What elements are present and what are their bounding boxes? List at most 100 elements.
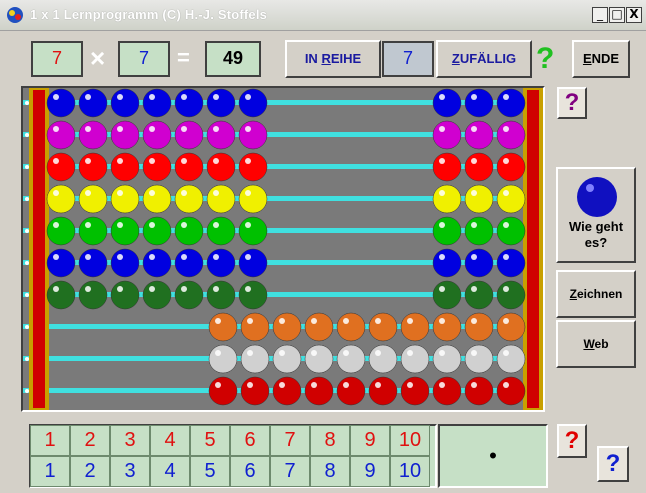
bead-icon (577, 177, 617, 217)
minimize-button[interactable]: _ (592, 7, 608, 23)
bead-highlight (53, 254, 59, 260)
red-number-7[interactable]: 7 (270, 425, 310, 456)
red-number-3[interactable]: 3 (110, 425, 150, 456)
bead (238, 152, 268, 182)
red-number-5[interactable]: 5 (190, 425, 230, 456)
bead-highlight (279, 318, 285, 324)
red-number-1[interactable]: 1 (30, 425, 70, 456)
help-red-button[interactable]: ? (557, 424, 587, 458)
check-question-icon[interactable]: ? (536, 40, 560, 78)
bead (464, 376, 494, 406)
bead-highlight (503, 350, 509, 356)
red-number-8[interactable]: 8 (310, 425, 350, 456)
bead (464, 152, 494, 182)
bead-highlight (181, 158, 187, 164)
bead-highlight (375, 350, 381, 356)
abacus[interactable] (21, 86, 545, 412)
blue-number-8[interactable]: 8 (310, 456, 350, 487)
bead (78, 88, 108, 118)
bead-highlight (53, 222, 59, 228)
bead-highlight (279, 382, 285, 388)
bead (464, 120, 494, 150)
bead-highlight (181, 94, 187, 100)
bead-highlight (85, 94, 91, 100)
rod-end (25, 325, 29, 329)
bead-highlight (149, 286, 155, 292)
bead-highlight (85, 190, 91, 196)
result-field: 49 (205, 41, 261, 77)
bead (400, 344, 430, 374)
bead-highlight (247, 350, 253, 356)
bead (206, 280, 236, 310)
bead (78, 184, 108, 214)
blue-number-10[interactable]: 10 (390, 456, 430, 487)
bead (208, 344, 238, 374)
bead (206, 248, 236, 278)
window-title: 1 x 1 Lernprogramm (C) H.-J. Stoffels (30, 7, 268, 22)
bead (432, 152, 462, 182)
maximize-button[interactable]: □ (609, 7, 625, 23)
bead-highlight (149, 254, 155, 260)
wie-geht-es-button[interactable]: Wie geht es? (556, 167, 636, 263)
bead-highlight (503, 94, 509, 100)
bead-highlight (503, 286, 509, 292)
blue-number-4[interactable]: 4 (150, 456, 190, 487)
bead (174, 88, 204, 118)
blue-number-6[interactable]: 6 (230, 456, 270, 487)
blue-number-7[interactable]: 7 (270, 456, 310, 487)
bead-highlight (311, 318, 317, 324)
red-number-6[interactable]: 6 (230, 425, 270, 456)
bead-highlight (117, 126, 123, 132)
red-number-4[interactable]: 4 (150, 425, 190, 456)
red-number-10[interactable]: 10 (390, 425, 430, 456)
bead (336, 312, 366, 342)
rod-end (25, 229, 29, 233)
bead (142, 216, 172, 246)
blue-number-1[interactable]: 1 (30, 456, 70, 487)
abacus-canvas[interactable] (23, 88, 543, 410)
blue-number-9[interactable]: 9 (350, 456, 390, 487)
ende-button[interactable]: ENDE (572, 40, 630, 78)
bead (238, 248, 268, 278)
help-blue-button[interactable]: ? (597, 446, 629, 482)
bead-highlight (149, 126, 155, 132)
rod-end (25, 133, 29, 137)
bead (400, 312, 430, 342)
web-button[interactable]: Web (556, 320, 636, 368)
bead-highlight (503, 382, 509, 388)
help-purple-button[interactable]: ? (557, 87, 587, 119)
blue-number-2[interactable]: 2 (70, 456, 110, 487)
bead-highlight (85, 222, 91, 228)
bead (496, 216, 526, 246)
blue-number-3[interactable]: 3 (110, 456, 150, 487)
bead (464, 184, 494, 214)
rod-end (25, 101, 29, 105)
zeichnen-button[interactable]: Zeichnen (556, 270, 636, 318)
bead-highlight (53, 190, 59, 196)
bead-highlight (407, 318, 413, 324)
bead (46, 88, 76, 118)
bead (46, 248, 76, 278)
bead (174, 120, 204, 150)
blue-number-5[interactable]: 5 (190, 456, 230, 487)
bead (464, 216, 494, 246)
factor-b: 7 (118, 41, 170, 77)
bead-highlight (85, 286, 91, 292)
bead (464, 344, 494, 374)
in-reihe-button[interactable]: IN REIHE (285, 40, 381, 78)
red-number-9[interactable]: 9 (350, 425, 390, 456)
bead (208, 376, 238, 406)
bead (432, 280, 462, 310)
bead (110, 184, 140, 214)
close-button[interactable]: X (626, 7, 642, 23)
bead (432, 216, 462, 246)
mode-value: 7 (382, 41, 434, 77)
bead-highlight (503, 318, 509, 324)
bead (238, 184, 268, 214)
bead (238, 280, 268, 310)
red-number-2[interactable]: 2 (70, 425, 110, 456)
bead-highlight (471, 318, 477, 324)
bead-highlight (117, 94, 123, 100)
zufaellig-button[interactable]: ZUFÄLLIG (436, 40, 532, 78)
bead (238, 120, 268, 150)
